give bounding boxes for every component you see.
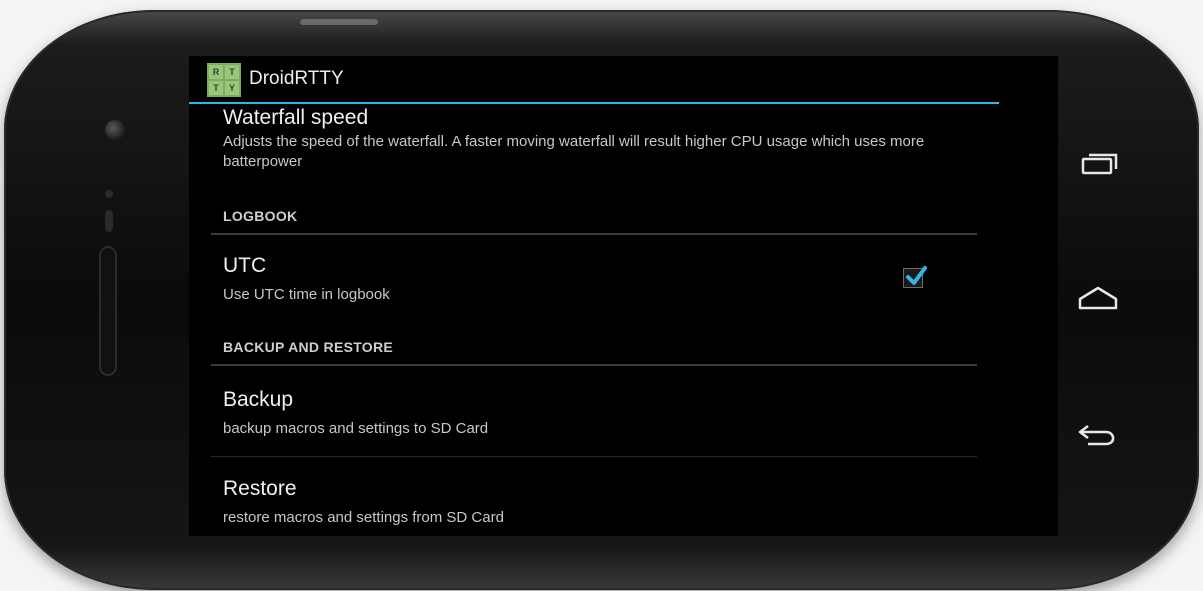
action-bar: R T T Y DroidRTTY — [189, 56, 999, 104]
pref-summary: restore macros and settings from SD Card — [223, 509, 504, 526]
pref-title: Waterfall speed — [223, 106, 369, 129]
pref-title: UTC — [223, 254, 267, 277]
category-divider — [211, 364, 977, 366]
app-icon-letter: T — [209, 81, 223, 95]
pref-waterfall-speed[interactable]: Waterfall speed Adjusts the speed of the… — [223, 106, 953, 172]
category-divider — [211, 233, 977, 235]
proximity-sensor — [105, 190, 113, 198]
pref-summary: Use UTC time in logbook — [223, 286, 390, 303]
front-camera — [105, 120, 125, 140]
app-icon-letter: T — [225, 65, 239, 79]
app-icon: R T T Y — [207, 63, 241, 97]
category-logbook: LOGBOOK — [223, 208, 298, 224]
app-icon-letter: R — [209, 65, 223, 79]
utc-checkbox[interactable] — [903, 266, 927, 288]
app-title: DroidRTTY — [249, 68, 344, 89]
home-icon[interactable] — [1076, 284, 1120, 314]
light-sensor — [105, 210, 113, 232]
app-icon-letter: Y — [225, 81, 239, 95]
category-backup-restore: BACKUP AND RESTORE — [223, 339, 394, 355]
navigation-bar — [1058, 56, 1142, 536]
pref-summary: Adjusts the speed of the waterfall. A fa… — [223, 133, 925, 170]
back-icon[interactable] — [1076, 422, 1120, 452]
screen: R T T Y DroidRTTY Waterfall speed Adjust… — [189, 56, 1058, 536]
checkmark-icon — [906, 266, 927, 285]
pref-utc[interactable]: UTC Use UTC time in logbook — [223, 254, 923, 305]
pref-title: Restore — [223, 477, 297, 500]
pref-summary: backup macros and settings to SD Card — [223, 420, 489, 437]
earpiece-speaker — [101, 248, 115, 374]
pref-backup[interactable]: Backup backup macros and settings to SD … — [223, 388, 923, 439]
pref-title: Backup — [223, 388, 294, 411]
list-divider — [211, 456, 977, 457]
power-button — [300, 19, 378, 25]
recent-apps-icon[interactable] — [1076, 150, 1120, 180]
pref-restore[interactable]: Restore restore macros and settings from… — [223, 477, 923, 528]
